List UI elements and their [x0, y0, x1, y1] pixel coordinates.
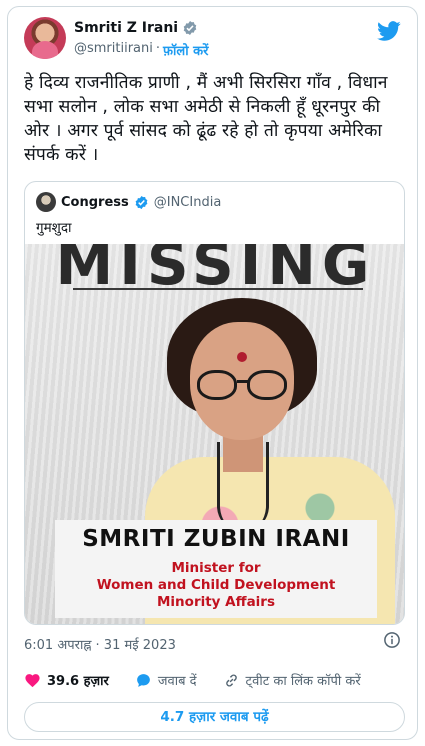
- copy-link-button[interactable]: ट्वीट का लिंक कॉपी करें: [223, 671, 361, 689]
- quoted-author-name[interactable]: Congress: [61, 195, 129, 210]
- author-handle-row: @smritiirani · फ़ॉलो करें: [74, 41, 208, 59]
- read-replies-button[interactable]: 4.7 हज़ार जवाब पढ़ें: [24, 702, 405, 732]
- info-icon[interactable]: [383, 631, 401, 649]
- poster-role: Minister for Women and Child Development…: [55, 560, 377, 611]
- tweet-timestamp[interactable]: 6:01 अपराह्न · 31 मई 2023: [24, 635, 176, 653]
- follow-link[interactable]: फ़ॉलो करें: [163, 41, 208, 59]
- quoted-tweet[interactable]: Congress @INCIndia गुमशुदा MISSING SMRIT…: [24, 181, 405, 625]
- portrait-glasses-right: [247, 370, 287, 400]
- portrait-bindi: [237, 352, 247, 362]
- tweet-actions: 39.6 हज़ार जवाब दें ट्वीट का लिंक कॉपी क…: [24, 669, 403, 691]
- poster-divider: [73, 288, 363, 290]
- verified-icon: [135, 195, 148, 209]
- author-name-row: Smriti Z Irani: [74, 20, 198, 36]
- handle-separator: ·: [155, 41, 161, 56]
- quoted-avatar[interactable]: [36, 192, 56, 212]
- tweet-card: Smriti Z Irani @smritiirani · फ़ॉलो करें…: [7, 6, 418, 740]
- link-icon: [225, 674, 237, 686]
- quoted-handle[interactable]: @INCIndia: [154, 195, 222, 210]
- author-name[interactable]: Smriti Z Irani: [74, 20, 178, 36]
- reply-icon: [136, 673, 150, 687]
- poster-role-line: Women and Child Development: [96, 577, 336, 593]
- tweet-header: Smriti Z Irani @smritiirani · फ़ॉलो करें: [24, 17, 403, 61]
- heart-icon: [25, 673, 40, 687]
- reply-label: जवाब दें: [157, 674, 197, 689]
- portrait-glasses-bridge: [237, 380, 249, 383]
- portrait-glasses-left: [197, 370, 237, 400]
- like-button[interactable]: 39.6 हज़ार: [24, 671, 109, 689]
- like-count: 39.6 हज़ार: [47, 674, 109, 689]
- copy-link-label: ट्वीट का लिंक कॉपी करें: [245, 674, 361, 689]
- poster-role-line: Minister for: [171, 560, 261, 576]
- tweet-text: हे दिव्य राजनीतिक प्राणी , मैं अभी सिरसि…: [24, 73, 388, 165]
- quoted-text: गुमशुदा: [36, 220, 72, 236]
- portrait-lanyard: [217, 442, 269, 532]
- author-avatar[interactable]: [24, 17, 66, 59]
- poster-person-name: SMRITI ZUBIN IRANI: [82, 526, 350, 552]
- twitter-bird-icon[interactable]: [377, 19, 401, 43]
- poster-name-panel: SMRITI ZUBIN IRANI Minister for Women an…: [55, 520, 377, 618]
- missing-poster-image[interactable]: MISSING SMRITI ZUBIN IRANI Minister for …: [25, 244, 404, 624]
- quoted-header: Congress @INCIndia: [36, 192, 221, 212]
- poster-role-line: Minority Affairs: [157, 594, 275, 610]
- author-handle[interactable]: @smritiirani: [74, 41, 153, 59]
- verified-icon: [183, 21, 197, 35]
- reply-button[interactable]: जवाब दें: [135, 671, 197, 689]
